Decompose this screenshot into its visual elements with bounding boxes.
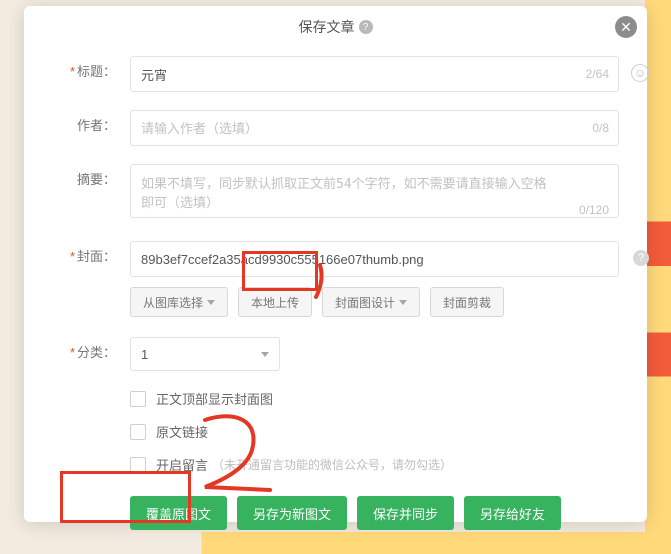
emoji-icon[interactable]: ☺: [631, 64, 649, 82]
save-article-modal: 保存文章 ? ✕ 标题： 2/64 ☺ 作者： 0/8 摘要： 0/120: [24, 6, 647, 522]
share-button[interactable]: 另存给好友: [464, 496, 561, 530]
label-cover: 封面：: [52, 241, 130, 273]
cover-input[interactable]: [130, 241, 619, 277]
bg-decoration: [645, 0, 671, 554]
check-label: 开启留言: [156, 455, 208, 474]
checkbox-comments[interactable]: [130, 457, 146, 473]
label-summary: 摘要：: [52, 164, 130, 196]
label-author: 作者：: [52, 110, 130, 142]
local-upload-button[interactable]: 本地上传: [238, 287, 312, 317]
cover-design-button[interactable]: 封面图设计: [322, 287, 420, 317]
gallery-button[interactable]: 从图库选择: [130, 287, 228, 317]
chevron-down-icon: [261, 352, 269, 357]
overwrite-button[interactable]: 覆盖原图文: [130, 496, 227, 530]
check-show-cover: 正文顶部显示封面图: [130, 389, 619, 408]
chevron-down-icon: [207, 300, 215, 305]
summary-input[interactable]: [130, 164, 619, 218]
save-new-button[interactable]: 另存为新图文: [237, 496, 347, 530]
row-summary: 摘要： 0/120: [52, 164, 619, 223]
summary-counter: 0/120: [579, 203, 609, 217]
modal-header: 保存文章 ? ✕: [24, 6, 647, 48]
title-input[interactable]: [130, 56, 619, 92]
author-counter: 0/8: [592, 121, 609, 135]
check-orig-link: 原文链接: [130, 422, 619, 441]
cover-help-icon[interactable]: ?: [633, 250, 649, 266]
row-options: 正文顶部显示封面图 原文链接 开启留言 （未开通留言功能的微信公众号，请勿勾选）…: [52, 389, 619, 530]
checkbox-orig-link[interactable]: [130, 424, 146, 440]
label-category: 分类：: [52, 337, 130, 369]
cover-crop-button[interactable]: 封面剪裁: [430, 287, 504, 317]
label-title: 标题：: [52, 56, 130, 88]
modal-body: 标题： 2/64 ☺ 作者： 0/8 摘要： 0/120 封面：: [24, 48, 647, 550]
help-icon[interactable]: ?: [359, 20, 373, 34]
check-comments: 开启留言 （未开通留言功能的微信公众号，请勿勾选）: [130, 455, 619, 474]
row-title: 标题： 2/64 ☺: [52, 56, 619, 92]
check-label: 正文顶部显示封面图: [156, 389, 273, 408]
close-icon[interactable]: ✕: [615, 16, 637, 38]
author-input[interactable]: [130, 110, 619, 146]
row-category: 分类： 1: [52, 337, 619, 371]
category-select[interactable]: 1: [130, 337, 280, 371]
row-cover: 封面： ? 从图库选择 本地上传 封面图设计 封面剪裁: [52, 241, 619, 317]
checkbox-show-cover[interactable]: [130, 391, 146, 407]
save-sync-button[interactable]: 保存并同步: [357, 496, 454, 530]
modal-title: 保存文章: [299, 17, 355, 37]
action-buttons: 覆盖原图文 另存为新图文 保存并同步 另存给好友: [130, 496, 619, 530]
title-counter: 2/64: [586, 67, 609, 81]
row-author: 作者： 0/8: [52, 110, 619, 146]
cover-buttons: 从图库选择 本地上传 封面图设计 封面剪裁: [130, 287, 619, 317]
check-label: 原文链接: [156, 422, 208, 441]
category-value: 1: [141, 347, 148, 362]
comments-note: （未开通留言功能的微信公众号，请勿勾选）: [212, 456, 452, 473]
chevron-down-icon: [399, 300, 407, 305]
